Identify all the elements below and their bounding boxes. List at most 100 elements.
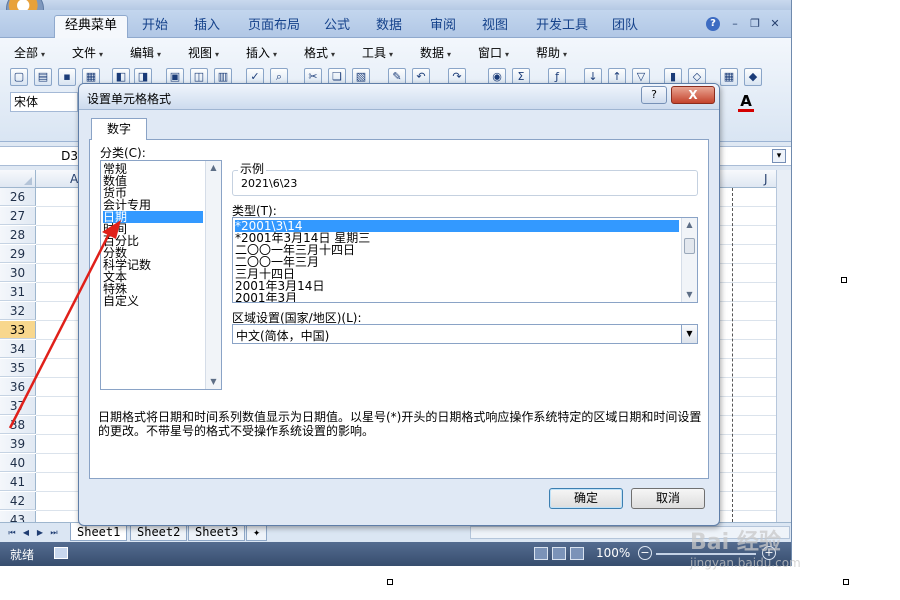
- page-break-view-icon[interactable]: [570, 547, 584, 560]
- save-icon[interactable]: ▪: [58, 68, 76, 86]
- type-item[interactable]: 二〇〇一年三月: [235, 256, 679, 268]
- select-all-corner[interactable]: [0, 170, 36, 188]
- tab-view[interactable]: 视图: [472, 16, 518, 38]
- type-item[interactable]: 2001年3月: [235, 292, 679, 302]
- menu-all-label: 全部: [14, 46, 39, 60]
- dialog-help-button[interactable]: ?: [641, 86, 667, 104]
- tab-review[interactable]: 审阅: [420, 16, 466, 38]
- new-file-icon[interactable]: ▢: [10, 68, 28, 86]
- menu-format[interactable]: 格式 ▾: [304, 44, 335, 61]
- zoom-level[interactable]: 100%: [596, 546, 630, 560]
- last-sheet-icon[interactable]: ⏭: [48, 527, 60, 539]
- menu-edit[interactable]: 编辑 ▾: [130, 44, 161, 61]
- row-header[interactable]: 42: [0, 492, 36, 510]
- category-label: 分类(C):: [100, 146, 146, 160]
- font-name-select[interactable]: 宋体: [10, 92, 78, 112]
- close-icon[interactable]: ✕: [768, 18, 782, 30]
- menu-tools-label: 工具: [362, 46, 387, 60]
- row-header[interactable]: 26: [0, 188, 36, 206]
- row-header[interactable]: 33: [0, 321, 36, 339]
- minimize-icon[interactable]: –: [728, 18, 742, 30]
- row-header[interactable]: 28: [0, 226, 36, 244]
- tab-classic-menu[interactable]: 经典菜单: [54, 15, 129, 39]
- normal-view-icon[interactable]: [534, 547, 548, 560]
- dialog-title-bar[interactable]: 设置单元格格式 ? X: [79, 84, 719, 110]
- menu-insert[interactable]: 插入 ▾: [246, 44, 277, 61]
- fill-color-icon[interactable]: ◆: [744, 68, 762, 86]
- tab-home[interactable]: 开始: [132, 16, 178, 38]
- type-scroll-thumb[interactable]: [684, 238, 695, 254]
- cancel-button[interactable]: 取消: [631, 488, 705, 509]
- row-header[interactable]: 35: [0, 359, 36, 377]
- expand-formula-bar-icon[interactable]: ▾: [772, 149, 786, 163]
- type-scrollbar[interactable]: ▲ ▼: [681, 218, 697, 302]
- column-a-header[interactable]: A: [70, 172, 78, 186]
- row-header[interactable]: 36: [0, 378, 36, 396]
- chevron-down-icon: ▾: [41, 50, 46, 59]
- menu-all[interactable]: 全部 ▾: [14, 44, 45, 61]
- chevron-down-icon[interactable]: ▼: [681, 325, 697, 343]
- row-header[interactable]: 38: [0, 416, 36, 434]
- watermark-brand: Bai 经验: [690, 530, 781, 555]
- page-layout-view-icon[interactable]: [552, 547, 566, 560]
- dialog-close-button[interactable]: X: [671, 86, 715, 104]
- locale-select[interactable]: 中文(简体，中国) ▼: [232, 324, 698, 344]
- row-header[interactable]: 34: [0, 340, 36, 358]
- tab-team[interactable]: 团队: [602, 16, 648, 38]
- menu-view[interactable]: 视图 ▾: [188, 44, 219, 61]
- row-header[interactable]: 39: [0, 435, 36, 453]
- resize-handle[interactable]: [841, 277, 847, 283]
- status-bar: 就绪 100% − +: [0, 542, 791, 566]
- resize-handle[interactable]: [387, 579, 393, 585]
- menu-file[interactable]: 文件 ▾: [72, 44, 103, 61]
- menu-tools[interactable]: 工具 ▾: [362, 44, 393, 61]
- tab-developer[interactable]: 开发工具: [526, 16, 598, 38]
- row-header[interactable]: 30: [0, 264, 36, 282]
- row-header[interactable]: 31: [0, 283, 36, 301]
- scroll-up-icon[interactable]: ▲: [206, 161, 221, 175]
- chevron-down-icon: ▾: [99, 50, 104, 59]
- row-header[interactable]: 41: [0, 473, 36, 491]
- open-folder-icon[interactable]: ▤: [34, 68, 52, 86]
- scroll-down-icon[interactable]: ▼: [682, 288, 697, 302]
- first-sheet-icon[interactable]: ⏮: [6, 527, 18, 539]
- tab-formulas[interactable]: 公式: [314, 16, 360, 38]
- tab-data[interactable]: 数据: [366, 16, 412, 38]
- menu-window[interactable]: 窗口 ▾: [478, 44, 509, 61]
- macro-record-icon[interactable]: [54, 547, 68, 559]
- category-list[interactable]: 常规 数值 货币 会计专用 日期 时间 百分比 分数 科学记数 文本 特殊 自定义 ▲ ▼: [100, 160, 222, 390]
- font-color-bar: [738, 109, 754, 112]
- row-header[interactable]: 37: [0, 397, 36, 415]
- title-bar: [0, 0, 791, 10]
- row-header[interactable]: 27: [0, 207, 36, 225]
- next-sheet-icon[interactable]: ▶: [34, 527, 46, 539]
- tab-number[interactable]: 数字: [91, 118, 147, 140]
- zoom-out-icon[interactable]: −: [638, 546, 652, 560]
- menu-data[interactable]: 数据 ▾: [420, 44, 451, 61]
- font-color-icon[interactable]: A: [736, 92, 756, 112]
- type-item[interactable]: 2001年3月14日: [235, 280, 679, 292]
- menu-help[interactable]: 帮助 ▾: [536, 44, 567, 61]
- row-header[interactable]: 29: [0, 245, 36, 263]
- scroll-up-icon[interactable]: ▲: [682, 218, 697, 232]
- category-scrollbar[interactable]: ▲ ▼: [205, 161, 221, 389]
- row-header[interactable]: 32: [0, 302, 36, 320]
- borders-icon[interactable]: ▦: [720, 68, 738, 86]
- row-header[interactable]: 40: [0, 454, 36, 472]
- ok-button[interactable]: 确定: [549, 488, 623, 509]
- help-icon[interactable]: ?: [706, 17, 720, 31]
- dialog-title: 设置单元格格式: [87, 92, 172, 106]
- tab-page-layout[interactable]: 页面布局: [238, 16, 310, 38]
- vertical-scrollbar[interactable]: [776, 170, 791, 522]
- tab-insert[interactable]: 插入: [184, 16, 230, 38]
- category-item[interactable]: 自定义: [103, 295, 203, 307]
- column-j-header[interactable]: J: [764, 172, 768, 186]
- prev-sheet-icon[interactable]: ◀: [20, 527, 32, 539]
- scroll-down-icon[interactable]: ▼: [206, 375, 221, 389]
- chevron-down-icon: ▾: [447, 50, 452, 59]
- restore-icon[interactable]: ❐: [748, 18, 762, 30]
- screen: 经典菜单 开始 插入 页面布局 公式 数据 审阅 视图 开发工具 团队 ? – …: [0, 0, 900, 600]
- type-list[interactable]: *2001\3\14 *2001年3月14日 星期三 二〇〇一年三月十四日 二〇〇一年…: [232, 217, 698, 303]
- name-box[interactable]: D3: [6, 148, 82, 165]
- chevron-down-icon: ▾: [389, 50, 394, 59]
